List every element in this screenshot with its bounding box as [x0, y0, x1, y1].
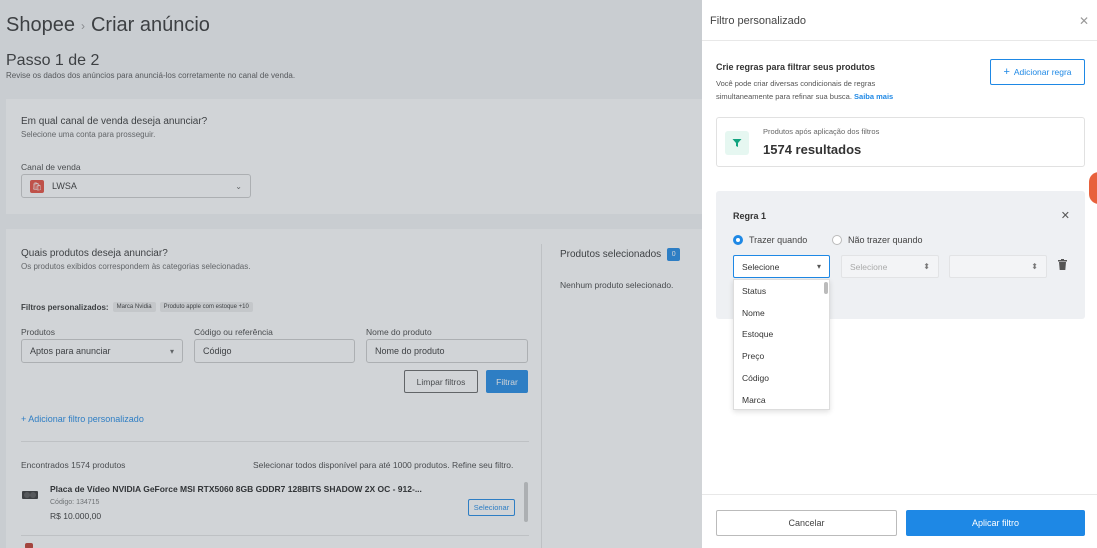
drawer-header-divider	[702, 40, 1097, 41]
dropdown-option-status[interactable]: Status	[734, 280, 829, 302]
sort-icon: ⬍	[1031, 262, 1038, 271]
modal-overlay[interactable]	[0, 0, 702, 548]
dropdown-option-marca[interactable]: Marca	[734, 389, 829, 409]
rule-title: Regra 1	[733, 211, 767, 221]
funnel-icon	[725, 131, 749, 155]
radio-exclude-label: Não trazer quando	[848, 235, 923, 245]
rules-title: Crie regras para filtrar seus produtos	[716, 62, 876, 72]
radio-exclude[interactable]: Não trazer quando	[832, 235, 923, 245]
rule-value-select[interactable]: ⬍	[949, 255, 1047, 278]
dropdown-scrollbar[interactable]	[824, 282, 828, 294]
cancel-button[interactable]: Cancelar	[716, 510, 897, 536]
sort-icon: ⬍	[923, 262, 930, 271]
field-dropdown-menu: Status Nome Estoque Preço Código Marca	[733, 279, 830, 410]
add-rule-label: Adicionar regra	[1013, 67, 1072, 77]
rules-description: Você pode criar diversas condicionais de…	[716, 77, 926, 103]
dropdown-option-estoque[interactable]: Estoque	[734, 324, 829, 346]
caret-down-icon: ▾	[816, 262, 821, 271]
learn-more-link[interactable]: Saiba mais	[854, 92, 893, 101]
drawer-title: Filtro personalizado	[710, 15, 806, 27]
trash-icon[interactable]	[1058, 259, 1067, 273]
plus-icon: +	[1003, 66, 1010, 78]
rule-operator-select-value: Selecione	[850, 261, 888, 272]
results-summary: Produtos após aplicação dos filtros 1574…	[716, 117, 1085, 167]
results-label: Produtos após aplicação dos filtros	[763, 127, 880, 136]
results-value: 1574 resultados	[763, 142, 862, 157]
dropdown-option-codigo[interactable]: Código	[734, 367, 829, 389]
radio-unchecked-icon	[832, 235, 842, 245]
radio-include-label: Trazer quando	[749, 235, 808, 245]
drawer-footer-divider	[702, 494, 1097, 495]
add-rule-button[interactable]: + Adicionar regra	[990, 59, 1085, 85]
rule-field-select[interactable]: Selecione ▾	[733, 255, 830, 278]
radio-include[interactable]: Trazer quando	[733, 235, 807, 245]
close-icon[interactable]: ✕	[1079, 14, 1089, 28]
rule-field-select-value: Selecione	[742, 261, 780, 272]
dropdown-option-nome[interactable]: Nome	[734, 302, 829, 324]
radio-checked-icon	[733, 235, 743, 245]
apply-filter-button[interactable]: Aplicar filtro	[906, 510, 1085, 536]
rules-description-text: Você pode criar diversas condicionais de…	[716, 79, 876, 101]
dropdown-option-preco[interactable]: Preço	[734, 345, 829, 367]
rule-operator-select[interactable]: Selecione ⬍	[841, 255, 939, 278]
floating-help-button[interactable]	[1089, 172, 1097, 204]
remove-rule-icon[interactable]: ✕	[1061, 209, 1070, 222]
custom-filter-drawer: Filtro personalizado ✕ Crie regras para …	[702, 0, 1097, 548]
